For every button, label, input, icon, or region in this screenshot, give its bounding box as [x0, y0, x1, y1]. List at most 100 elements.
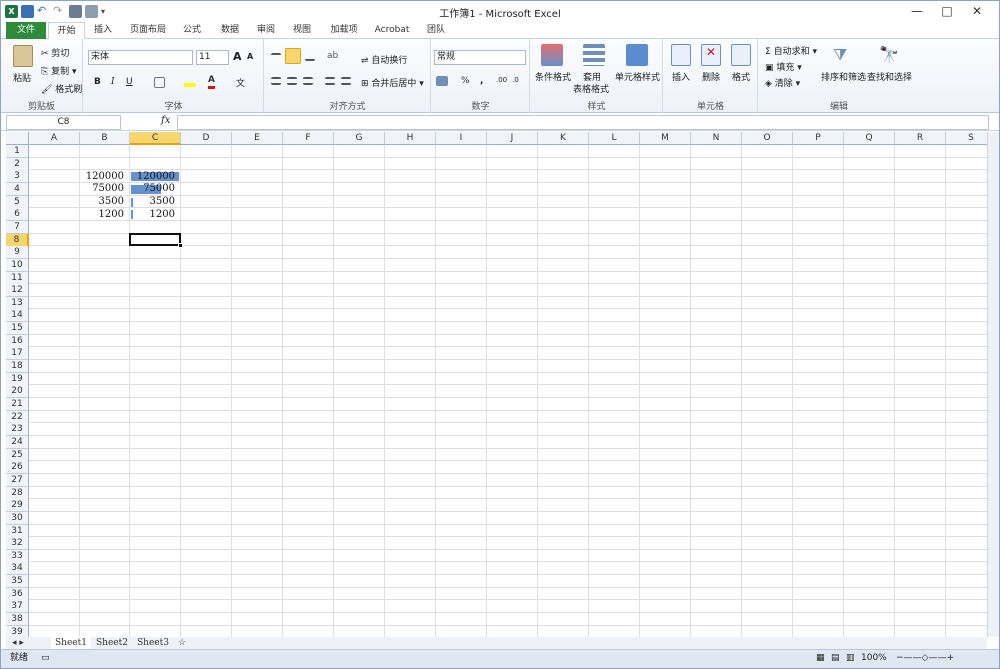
row-header-19[interactable]: 19 — [6, 372, 29, 386]
maximize-button[interactable]: □ — [932, 1, 962, 21]
column-header-E[interactable]: E — [232, 132, 283, 145]
row-header-32[interactable]: 32 — [6, 537, 29, 551]
font-size-select[interactable]: 11 — [196, 50, 229, 65]
column-header-N[interactable]: N — [691, 132, 742, 145]
wrap-text-button[interactable]: ⇌ 自动换行 — [361, 53, 407, 66]
row-header-25[interactable]: 25 — [6, 448, 29, 462]
insert-cells-icon[interactable] — [671, 44, 691, 66]
comma-button[interactable]: , — [480, 76, 483, 86]
column-header-O[interactable]: O — [742, 132, 793, 145]
insert-cells-button[interactable]: 插入 — [672, 70, 690, 83]
row-header-5[interactable]: 5 — [6, 195, 29, 209]
grow-font-button[interactable]: A — [233, 50, 242, 63]
macro-record-icon[interactable]: ▭ — [41, 650, 50, 667]
vertical-scrollbar[interactable] — [987, 132, 999, 637]
column-header-A[interactable]: A — [29, 132, 80, 145]
tab-8[interactable]: 加载项 — [325, 22, 363, 39]
row-header-28[interactable]: 28 — [6, 486, 29, 500]
border-icon[interactable] — [154, 77, 165, 88]
row-header-22[interactable]: 22 — [6, 410, 29, 424]
italic-button[interactable]: I — [111, 77, 115, 87]
row-header-35[interactable]: 35 — [6, 575, 29, 589]
sort-filter-icon[interactable]: ⧩ — [833, 44, 855, 66]
horizontal-scrollbar[interactable] — [596, 637, 987, 649]
align-bottom-icon[interactable] — [305, 53, 315, 61]
tab-2[interactable]: 插入 — [87, 22, 119, 39]
row-header-31[interactable]: 31 — [6, 524, 29, 538]
column-header-J[interactable]: J — [487, 132, 538, 145]
row-header-37[interactable]: 37 — [6, 600, 29, 614]
row-header-24[interactable]: 24 — [6, 435, 29, 449]
name-box[interactable]: C8 — [6, 115, 121, 130]
column-header-I[interactable]: I — [436, 132, 487, 145]
column-header-S[interactable]: S — [946, 132, 987, 145]
underline-button[interactable]: U — [126, 77, 133, 87]
row-header-6[interactable]: 6 — [6, 208, 29, 222]
cell-B4[interactable]: 75000 — [80, 183, 130, 195]
tab-0[interactable]: 文件 — [6, 22, 46, 39]
delete-cells-button[interactable]: 删除 — [702, 70, 720, 83]
column-header-G[interactable]: G — [334, 132, 385, 145]
cell-C6[interactable]: 1200 — [130, 209, 181, 221]
sheet-nav-icon[interactable]: ◂ ▸ — [8, 637, 28, 649]
cell-styles-icon[interactable] — [626, 44, 648, 66]
column-header-R[interactable]: R — [895, 132, 946, 145]
row-header-11[interactable]: 11 — [6, 271, 29, 285]
format-cells-icon[interactable] — [731, 44, 751, 66]
page-break-icon[interactable]: ▥ — [846, 650, 855, 667]
minimize-button[interactable]: — — [902, 1, 932, 21]
delete-cells-icon[interactable]: ✕ — [701, 44, 721, 66]
autosum-button[interactable]: Σ 自动求和 ▾ — [765, 44, 817, 57]
column-header-L[interactable]: L — [589, 132, 640, 145]
column-header-C[interactable]: C — [130, 132, 181, 145]
shrink-font-button[interactable]: A — [247, 52, 253, 61]
number-format-select[interactable]: 常规 — [434, 50, 526, 65]
row-header-16[interactable]: 16 — [6, 334, 29, 348]
merge-center-button[interactable]: ⊞ 合并后居中 ▾ — [361, 76, 424, 89]
row-header-14[interactable]: 14 — [6, 309, 29, 323]
row-header-15[interactable]: 15 — [6, 322, 29, 336]
row-header-8[interactable]: 8 — [6, 233, 29, 247]
decrease-indent-icon[interactable] — [325, 77, 335, 85]
cell-C5[interactable]: 3500 — [130, 196, 181, 208]
format-painter-button[interactable]: 🖌 格式刷 — [41, 82, 82, 95]
align-left-icon[interactable] — [271, 77, 281, 85]
tab-7[interactable]: 视图 — [287, 22, 317, 39]
tab-3[interactable]: 页面布局 — [125, 22, 171, 39]
conditional-format-icon[interactable] — [541, 44, 563, 66]
increase-indent-icon[interactable] — [341, 77, 351, 85]
insert-function-button[interactable]: fx — [161, 115, 170, 126]
row-header-26[interactable]: 26 — [6, 461, 29, 475]
column-header-Q[interactable]: Q — [844, 132, 895, 145]
column-header-F[interactable]: F — [283, 132, 334, 145]
close-button[interactable]: ✕ — [962, 1, 992, 21]
row-header-38[interactable]: 38 — [6, 613, 29, 627]
format-as-table-label2[interactable]: 表格格式 — [573, 82, 609, 95]
page-layout-icon[interactable]: ▤ — [831, 650, 840, 667]
format-cells-button[interactable]: 格式 — [732, 70, 750, 83]
orientation-icon[interactable]: ab — [327, 51, 341, 61]
sort-filter-button[interactable]: 排序和筛选 — [821, 70, 866, 83]
formula-input[interactable] — [177, 115, 989, 130]
tab-10[interactable]: 团队 — [421, 22, 451, 39]
column-header-P[interactable]: P — [793, 132, 844, 145]
copy-button[interactable]: ⎘ 复制 ▾ — [41, 64, 76, 77]
tab-5[interactable]: 数据 — [215, 22, 245, 39]
select-all-button[interactable] — [6, 132, 29, 145]
bold-button[interactable]: B — [94, 77, 101, 87]
cell-B6[interactable]: 1200 — [80, 209, 130, 221]
active-cell-border[interactable] — [129, 232, 181, 247]
row-header-27[interactable]: 27 — [6, 473, 29, 487]
align-right-icon[interactable] — [303, 77, 313, 85]
row-header-3[interactable]: 3 — [6, 170, 29, 184]
row-header-18[interactable]: 18 — [6, 360, 29, 374]
sheet-tab-3[interactable]: Sheet3 — [133, 637, 173, 649]
fill-color-icon[interactable] — [184, 83, 196, 87]
fill-button[interactable]: ▣ 填充 ▾ — [765, 60, 802, 73]
cut-button[interactable]: ✂ 剪切 — [41, 46, 69, 59]
tab-1[interactable]: 开始 — [48, 22, 85, 40]
font-name-select[interactable]: 宋体 — [88, 50, 193, 65]
row-header-7[interactable]: 7 — [6, 220, 29, 234]
fill-handle[interactable] — [178, 243, 183, 249]
cell-C4[interactable]: 75000 — [130, 183, 181, 195]
